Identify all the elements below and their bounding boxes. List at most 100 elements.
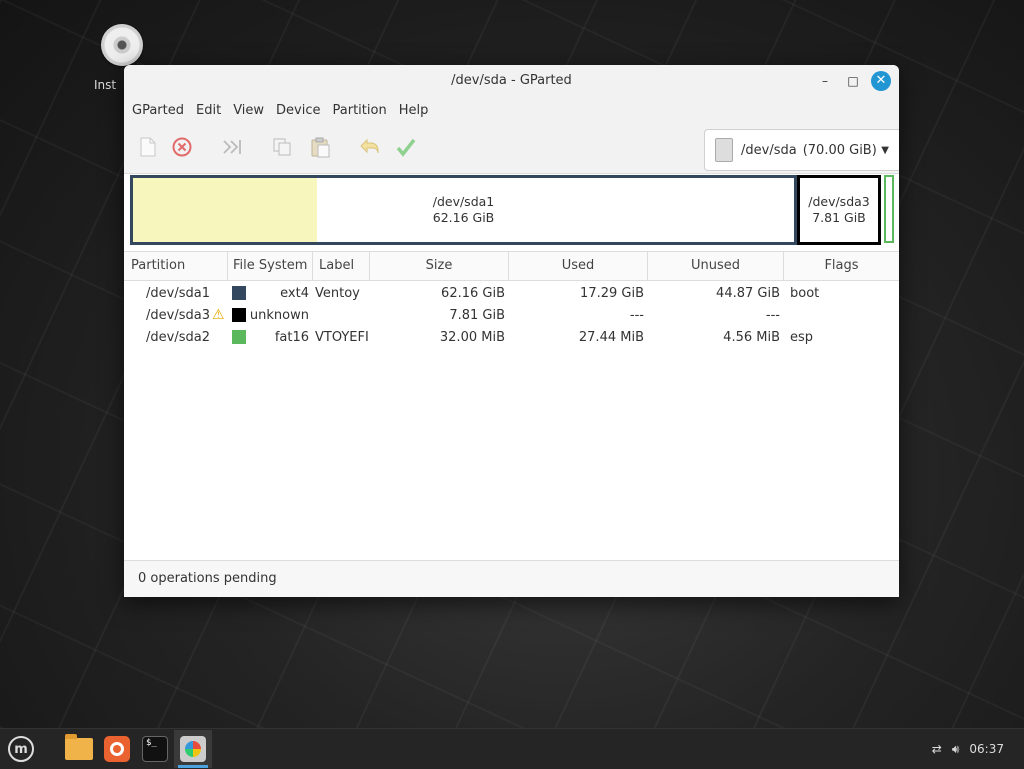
undo-icon	[360, 138, 379, 154]
terminal-launcher[interactable]: $_	[136, 730, 174, 768]
firefox-launcher[interactable]	[98, 730, 136, 768]
device-name: /dev/sda	[741, 142, 797, 158]
new-partition-icon	[140, 137, 156, 157]
device-size: (70.00 GiB)	[802, 142, 877, 158]
menu-gparted[interactable]: GParted	[126, 103, 190, 118]
clock[interactable]: 06:37	[969, 742, 1004, 756]
paste-button[interactable]	[308, 135, 332, 159]
menu-device[interactable]: Device	[270, 103, 326, 118]
col-used[interactable]: Used	[509, 252, 648, 280]
sda1-graph-name: /dev/sda1	[432, 194, 495, 209]
cell-size: 62.16 GiB	[441, 285, 505, 301]
col-label[interactable]: Label	[313, 252, 370, 280]
partition-name: /dev/sda1	[146, 285, 210, 301]
toolbar: /dev/sda (70.00 GiB) ▼	[124, 123, 899, 174]
checkmark-icon	[396, 138, 416, 157]
terminal-icon: $_	[142, 736, 168, 762]
delete-partition-button[interactable]	[170, 135, 194, 159]
cell-unused: 44.87 GiB	[716, 285, 780, 301]
sda3-graph-name: /dev/sda3	[808, 194, 870, 209]
start-menu-button[interactable]: m	[2, 730, 40, 768]
firefox-icon	[104, 736, 130, 762]
cell-unused: 4.56 MiB	[723, 329, 780, 345]
menu-edit[interactable]: Edit	[190, 103, 227, 118]
gparted-icon	[180, 736, 206, 762]
col-flags[interactable]: Flags	[784, 252, 899, 280]
paste-icon	[311, 137, 330, 158]
fs-type: unknown	[249, 307, 309, 323]
window-title: /dev/sda - GParted	[451, 73, 572, 88]
menu-bar: GParted Edit View Device Partition Help	[124, 97, 899, 123]
partition-block-sda1[interactable]: /dev/sda1 62.16 GiB	[130, 175, 797, 245]
gparted-window: /dev/sda - GParted – □ ✕ GParted Edit Vi…	[124, 65, 899, 597]
partition-block-sda2[interactable]	[884, 175, 894, 243]
resize-move-button[interactable]	[220, 135, 244, 159]
cell-used: 27.44 MiB	[578, 329, 644, 345]
partition-name: /dev/sda3	[146, 308, 210, 323]
cell-size: 32.00 MiB	[439, 329, 505, 345]
partition-name: /dev/sda2	[146, 329, 210, 345]
menu-view[interactable]: View	[227, 103, 270, 118]
title-bar[interactable]: /dev/sda - GParted – □ ✕	[124, 65, 899, 97]
fs-type: ext4	[280, 285, 309, 301]
col-size[interactable]: Size	[370, 252, 509, 280]
col-unused[interactable]: Unused	[648, 252, 784, 280]
partition-block-sda3[interactable]: /dev/sda3 7.81 GiB	[797, 175, 881, 245]
resize-icon	[223, 140, 241, 154]
status-bar: 0 operations pending	[124, 560, 899, 597]
volume-icon[interactable]: 🔊︎	[952, 742, 960, 757]
cell-used: 17.29 GiB	[580, 285, 644, 301]
fs-color-swatch	[232, 308, 246, 322]
taskbar: m $_ ⇄ 🔊︎ 06:37	[0, 728, 1024, 769]
maximize-button[interactable]: □	[843, 71, 863, 91]
sda1-graph-label: /dev/sda1 62.16 GiB	[133, 194, 794, 226]
gparted-taskbar-button[interactable]	[174, 730, 212, 768]
copy-button[interactable]	[270, 135, 294, 159]
mint-logo-icon: m	[8, 736, 34, 762]
table-row[interactable]: /dev/sda2 fat16 VTOYEFI 32.00 MiB 27.44 MiB 4…	[124, 326, 899, 348]
new-partition-button[interactable]	[136, 135, 160, 159]
dropdown-arrow-icon: ▼	[881, 144, 889, 156]
apply-button[interactable]	[394, 135, 418, 159]
disk-icon	[715, 138, 733, 162]
files-launcher[interactable]	[60, 730, 98, 768]
cell-size: 7.81 GiB	[449, 307, 505, 323]
folder-icon	[65, 734, 93, 760]
fs-type: fat16	[274, 329, 309, 345]
network-icon[interactable]: ⇄	[932, 742, 942, 756]
cell-file-system: fat16	[228, 330, 313, 345]
cell-flags: boot	[790, 285, 820, 301]
cell-unused: ---	[765, 307, 780, 323]
cell-partition: /dev/sda1	[124, 286, 228, 301]
fs-color-swatch	[232, 286, 246, 300]
device-selector[interactable]: /dev/sda (70.00 GiB) ▼	[704, 129, 899, 171]
cell-file-system: ext4	[228, 286, 313, 301]
copy-icon	[273, 138, 291, 156]
table-body: /dev/sda1 ext4 Ventoy 62.16 GiB 17.29 GiB 44.…	[124, 281, 899, 348]
system-tray: ⇄ 🔊︎ 06:37	[932, 742, 1024, 757]
col-file-system[interactable]: File System	[228, 252, 313, 280]
sda3-graph-size: 7.81 GiB	[812, 210, 866, 225]
disc-icon	[101, 24, 143, 66]
menu-partition[interactable]: Partition	[327, 103, 393, 118]
cell-label: Ventoy	[315, 285, 360, 301]
cell-file-system: unknown	[228, 308, 313, 323]
col-partition[interactable]: Partition	[124, 252, 228, 280]
cell-label: VTOYEFI	[315, 329, 369, 345]
cell-partition: /dev/sda2	[124, 330, 228, 345]
fs-color-swatch	[232, 330, 246, 344]
menu-help[interactable]: Help	[393, 103, 435, 118]
close-button[interactable]: ✕	[871, 71, 891, 91]
table-row[interactable]: /dev/sda3 ⚠ unknown 7.81 GiB --- ---	[124, 304, 899, 326]
disk-graph: /dev/sda1 62.16 GiB /dev/sda3 7.81 GiB	[130, 175, 894, 245]
undo-button[interactable]	[358, 135, 382, 159]
cell-used: ---	[629, 307, 644, 323]
table-row[interactable]: /dev/sda1 ext4 Ventoy 62.16 GiB 17.29 GiB 44.…	[124, 282, 899, 304]
sda3-graph-label: /dev/sda3 7.81 GiB	[800, 194, 878, 226]
minimize-button[interactable]: –	[815, 71, 835, 91]
cell-partition: /dev/sda3 ⚠	[124, 307, 228, 323]
sda1-graph-size: 62.16 GiB	[432, 210, 495, 225]
table-header: Partition File System Label Size Used Un…	[124, 251, 899, 281]
partition-table: Partition File System Label Size Used Un…	[124, 251, 899, 559]
cell-flags: esp	[790, 329, 814, 345]
